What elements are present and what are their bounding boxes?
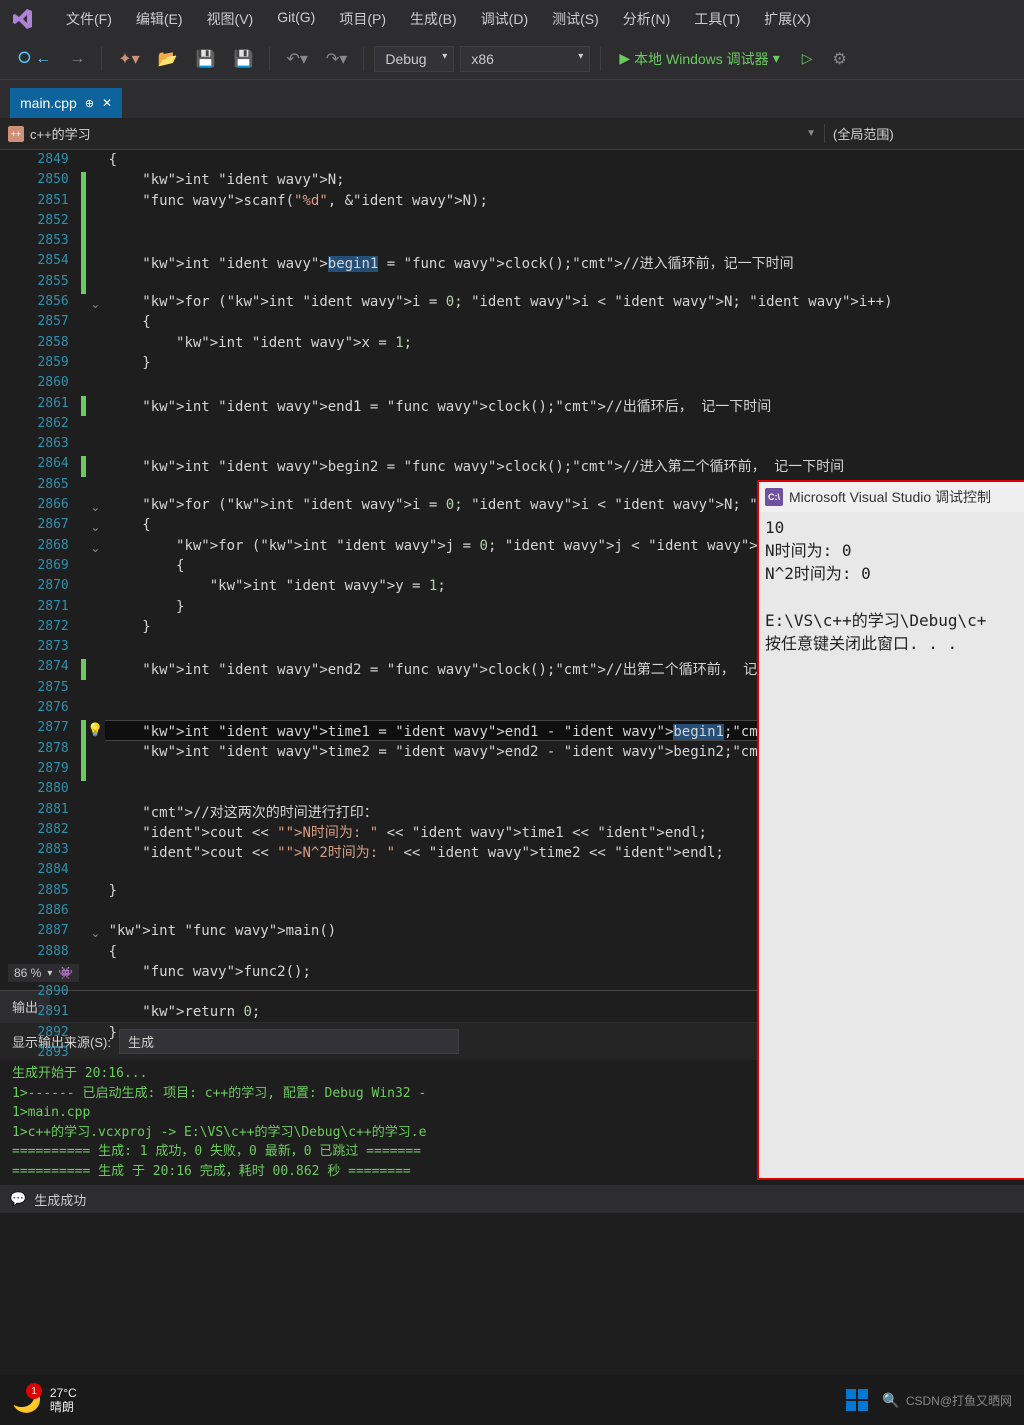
menu-item[interactable]: 测试(S) (540, 9, 611, 29)
tab-main-cpp[interactable]: main.cpp ⊕ ✕ (10, 88, 122, 118)
toolbar: ⭘ ← → ✦▾ 📂 💾 💾 ↶▾ ↷▾ Debug x86 ▶ 本地 Wind… (0, 38, 1024, 80)
menu-item[interactable]: 视图(V) (195, 9, 266, 29)
menu-item[interactable]: 调试(D) (469, 9, 540, 29)
console-title-text: Microsoft Visual Studio 调试控制 (789, 487, 991, 507)
scope-right[interactable]: (全局范围) (824, 124, 1024, 143)
save-icon[interactable]: 💾 (190, 45, 222, 73)
menu-item[interactable]: 扩展(X) (752, 9, 823, 29)
scope-selector[interactable]: ++ c++的学习 ▼ (0, 124, 824, 143)
menubar: 文件(F)编辑(E)视图(V)Git(G)项目(P)生成(B)调试(D)测试(S… (0, 0, 1024, 38)
menu-item[interactable]: Git(G) (265, 9, 327, 29)
extra-icon[interactable]: ⚙ (827, 45, 853, 73)
weather-desc: 晴朗 (50, 1400, 77, 1414)
tab-strip: main.cpp ⊕ ✕ (0, 80, 1024, 118)
project-icon: ++ (8, 126, 24, 142)
temperature: 27°C (50, 1386, 77, 1400)
tab-label: main.cpp (20, 95, 77, 111)
undo-icon[interactable]: ↶▾ (280, 45, 313, 73)
config-select[interactable]: Debug (374, 46, 454, 72)
redo-icon[interactable]: ↷▾ (320, 45, 353, 73)
pin-icon[interactable]: ⊕ (85, 97, 94, 110)
console-titlebar: C:\ Microsoft Visual Studio 调试控制 (759, 482, 1024, 512)
menu-item[interactable]: 工具(T) (682, 9, 752, 29)
weather-badge: 1 (26, 1383, 42, 1399)
nav-back-icon[interactable]: ⭘ ← (12, 46, 57, 72)
nav-bar: ++ c++的学习 ▼ (全局范围) (0, 118, 1024, 150)
scope-right-label: (全局范围) (833, 124, 894, 143)
status-message: 生成成功 (34, 1190, 86, 1209)
open-file-icon[interactable]: 📂 (152, 45, 184, 73)
taskbar: 🌙 1 27°C 晴朗 🔍 CSDN@打鱼又晒网 (0, 1375, 1024, 1425)
status-bar: 💬 生成成功 (0, 1185, 1024, 1213)
vs-logo-icon (8, 5, 36, 33)
scope-label: c++的学习 (30, 124, 91, 143)
search-icon: 🔍 (882, 1392, 899, 1409)
zoom-label: 86 % (14, 966, 41, 980)
line-number-gutter: 2849285028512852285328542855285628572858… (0, 150, 81, 990)
zoom-level[interactable]: 86 % ▾ 👾 (8, 964, 79, 982)
nav-fwd-icon[interactable]: → (63, 46, 91, 72)
console-output: 10 N时间为: 0 N^2时间为: 0 E:\VS\c++的学习\Debug\… (759, 512, 1024, 659)
menu-item[interactable]: 文件(F) (54, 9, 124, 29)
debug-console-window: C:\ Microsoft Visual Studio 调试控制 10 N时间为… (757, 480, 1024, 1180)
windows-start-icon[interactable] (846, 1389, 868, 1411)
menu-item[interactable]: 分析(N) (611, 9, 682, 29)
menu-item[interactable]: 编辑(E) (124, 9, 195, 29)
watermark: CSDN@打鱼又晒网 (906, 1392, 1012, 1409)
start-noDebug-icon[interactable]: ▷ (794, 50, 821, 67)
debug-btn-label: 本地 Windows 调试器 (634, 49, 769, 69)
save-all-icon[interactable]: 💾 (228, 45, 260, 73)
weather-widget[interactable]: 🌙 1 27°C 晴朗 (12, 1386, 77, 1415)
start-debug-button[interactable]: ▶ 本地 Windows 调试器 ▾ (611, 49, 787, 69)
menu-item[interactable]: 项目(P) (327, 9, 398, 29)
close-icon[interactable]: ✕ (102, 96, 112, 110)
comment-icon[interactable]: 💬 (10, 1191, 26, 1207)
new-file-icon[interactable]: ✦▾ (112, 45, 145, 73)
platform-select[interactable]: x86 (460, 46, 590, 72)
console-app-icon: C:\ (765, 488, 783, 506)
taskbar-search[interactable]: 🔍 CSDN@打鱼又晒网 (882, 1392, 1012, 1409)
fold-margin: ⌄⌄⌄⌄💡⌄ (86, 150, 104, 990)
menu-item[interactable]: 生成(B) (398, 9, 469, 29)
